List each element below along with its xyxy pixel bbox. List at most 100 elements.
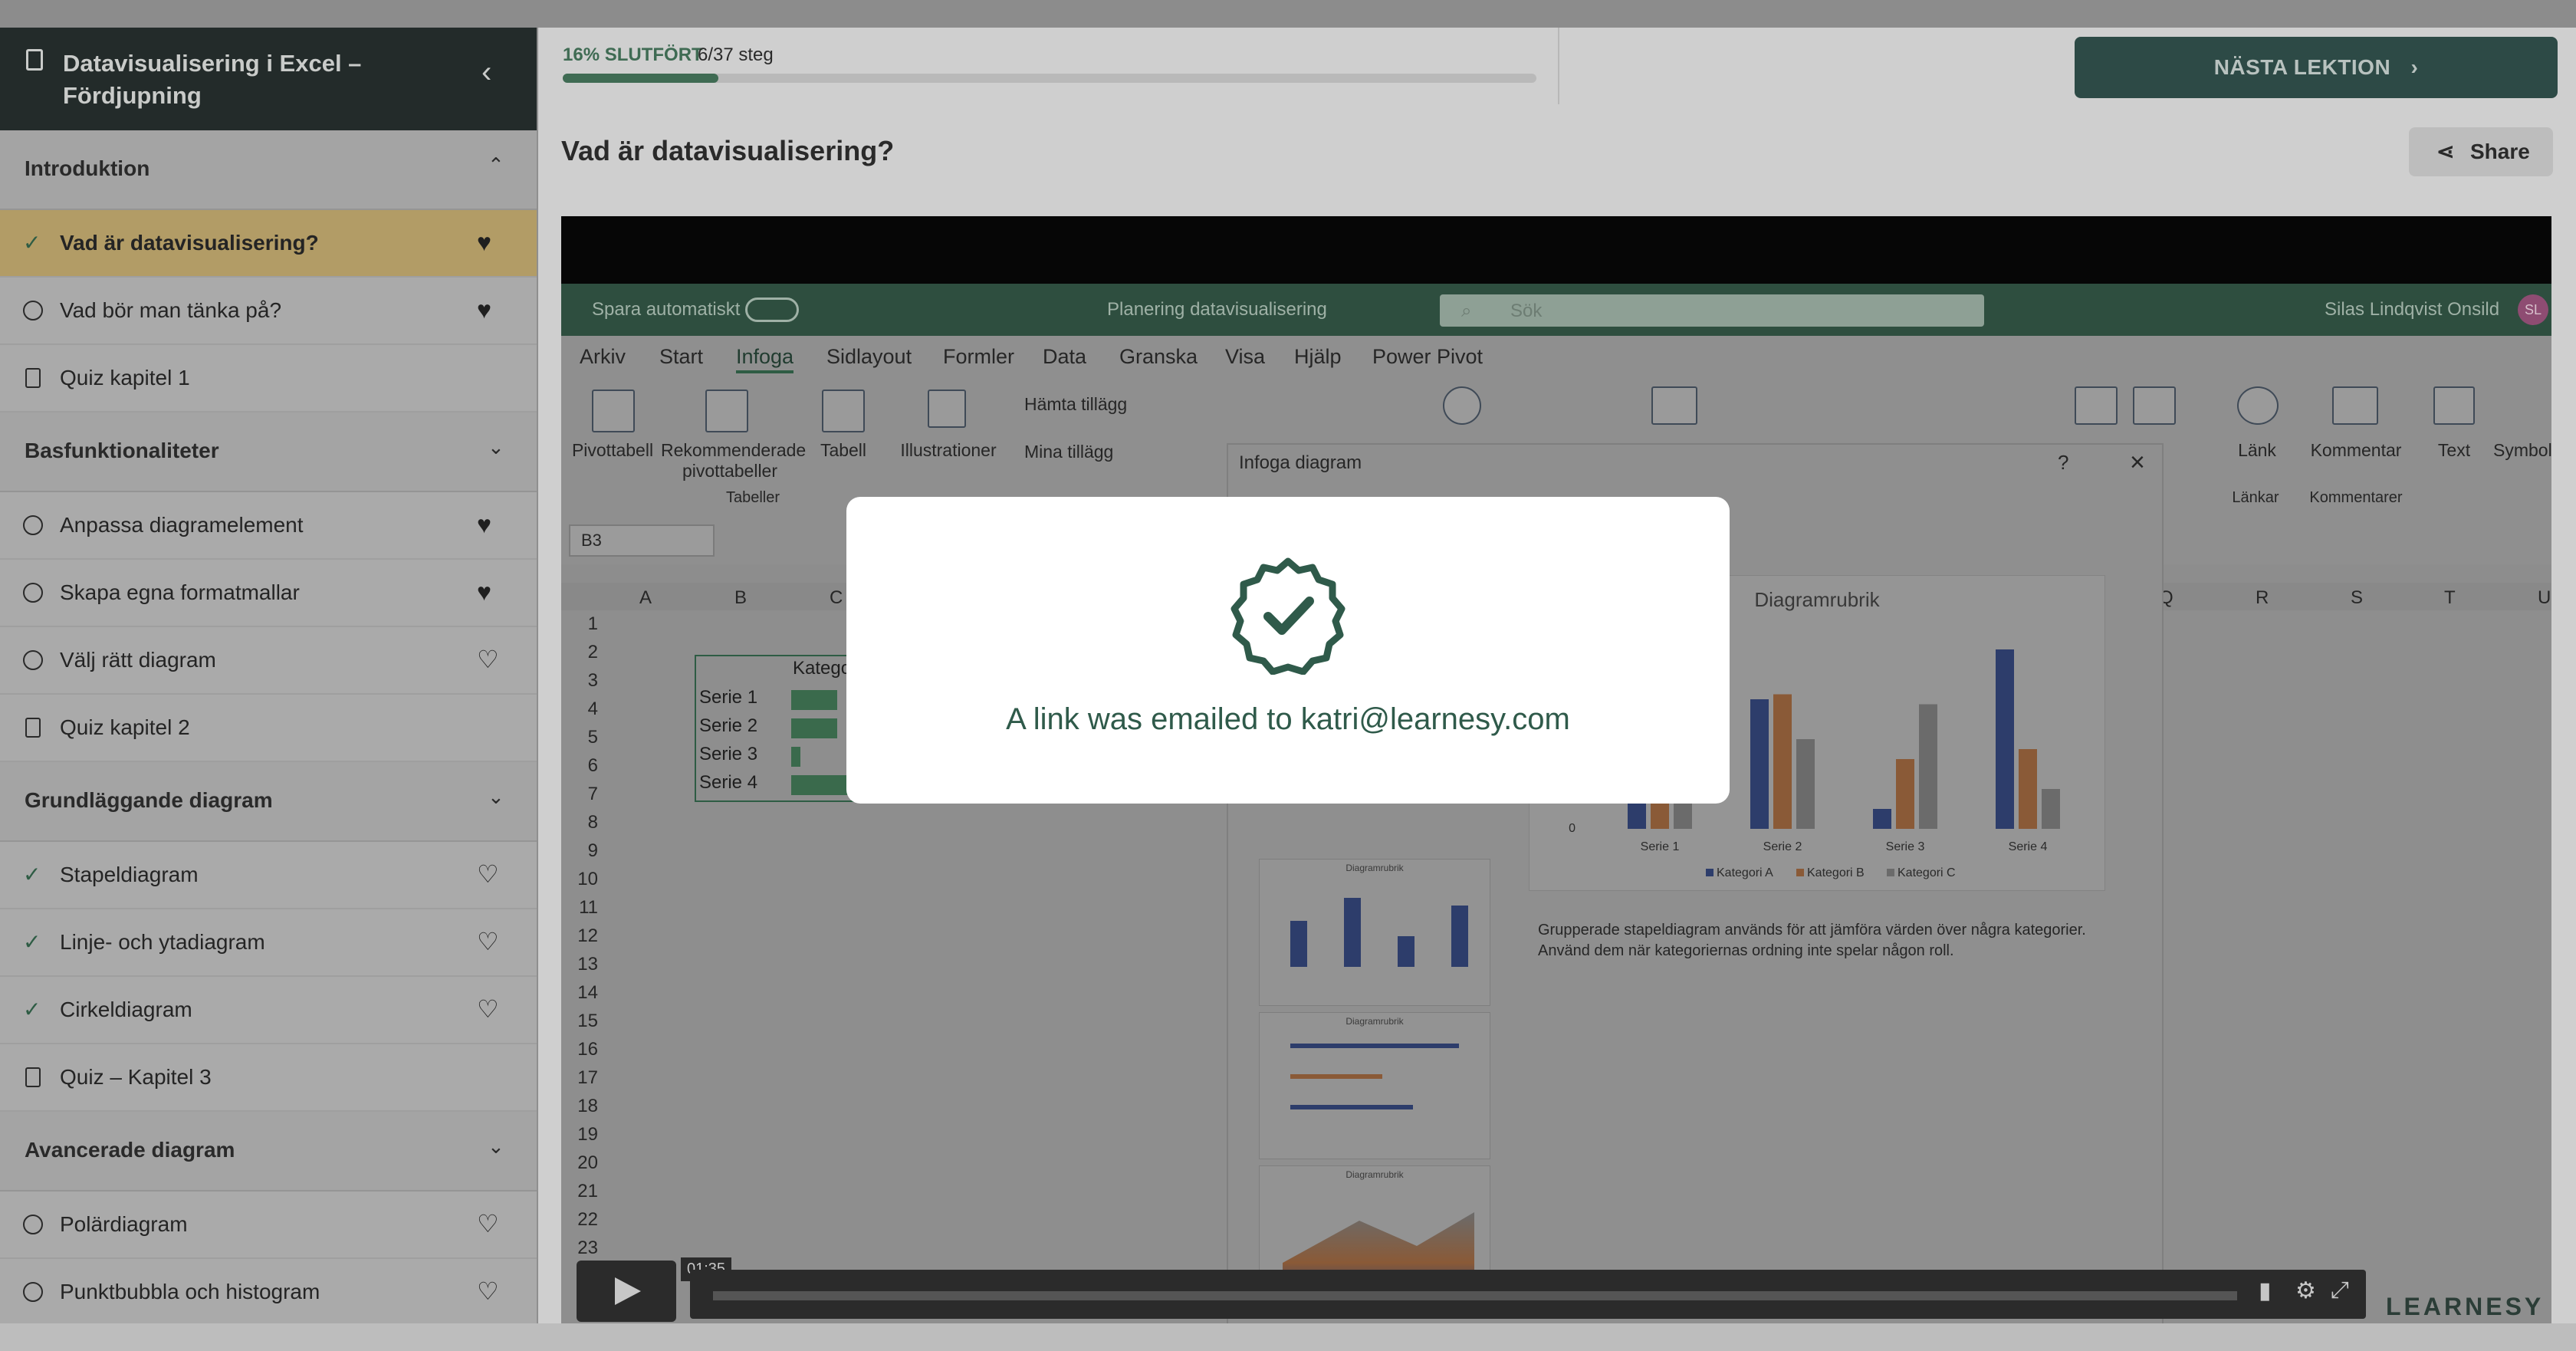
heart-outline-icon[interactable]: ♡ [477, 995, 499, 1023]
check-icon: ✓ [23, 998, 41, 1021]
lesson-item[interactable]: Quiz kapitel 2 [0, 695, 537, 762]
video-control-bar: ▮ ⚙ ⤢ [690, 1270, 2366, 1319]
thumbnail-title: Diagramrubrik [1346, 1016, 1404, 1027]
play-icon [615, 1277, 641, 1305]
lesson-label: Cirkeldiagram [60, 998, 192, 1021]
share-button[interactable]: ⋖ Share [2409, 127, 2553, 176]
row-number: 2 [587, 642, 598, 662]
chevron-right-icon: › [2410, 55, 2419, 79]
section-header[interactable]: Grundläggande diagram ⌄ [0, 762, 537, 842]
lesson-item[interactable]: ✓ Vad är datavisualisering? ♥ [0, 210, 537, 278]
circle-icon [23, 301, 43, 320]
gear-icon[interactable]: ⚙ [2295, 1277, 2316, 1304]
play-button[interactable] [577, 1261, 676, 1322]
lesson-label: Polärdiagram [60, 1212, 188, 1236]
heart-filled-icon[interactable]: ♥ [477, 296, 491, 324]
volume-icon[interactable]: ▮ [2259, 1277, 2272, 1304]
lesson-label: Välj rätt diagram [60, 648, 216, 672]
excel-tab: Power Pivot [1372, 345, 1484, 368]
legend-swatch [1887, 869, 1894, 876]
text-box-icon [2433, 386, 2475, 425]
section-header[interactable]: Basfunktionaliteter ⌄ [0, 413, 537, 492]
row-number: 1 [587, 613, 598, 634]
lesson-item[interactable]: Vad bör man tänka på? ♥ [0, 278, 537, 345]
help-icon[interactable]: ? [2058, 451, 2068, 475]
row-number: 4 [587, 699, 598, 719]
row-number: 11 [579, 897, 598, 918]
heart-filled-icon[interactable]: ♥ [477, 578, 491, 606]
check-icon: ✓ [23, 930, 41, 954]
ribbon-pivot-label: Pivottabell [571, 440, 654, 460]
chevron-down-icon: ⌄ [488, 1135, 504, 1158]
heart-filled-icon[interactable]: ♥ [477, 228, 491, 256]
excel-tab: Visa [1225, 345, 1266, 368]
fullscreen-icon[interactable]: ⤢ [2331, 1277, 2349, 1303]
lesson-item[interactable]: Punktbubbla och histogram ♡ [0, 1259, 537, 1323]
thumb-hbar [1290, 1105, 1413, 1109]
heart-outline-icon[interactable]: ♡ [477, 1210, 499, 1238]
link-icon [2237, 386, 2279, 425]
chart-description: Grupperade stapeldiagram används för att… [1538, 922, 2086, 959]
excel-search-placeholder: Sök [1510, 301, 1543, 321]
lesson-item[interactable]: Quiz – Kapitel 3 [0, 1044, 537, 1112]
chart-3d-icon [1651, 386, 1697, 425]
lesson-item[interactable]: Anpassa diagramelement ♥ [0, 492, 537, 560]
data-bar-2 [791, 718, 837, 738]
row-number: 18 [577, 1096, 598, 1116]
check-badge-icon [1230, 557, 1346, 675]
heart-outline-icon[interactable]: ♡ [477, 646, 499, 673]
course-title: Datavisualisering i Excel – Fördjupning [63, 50, 362, 109]
excel-tab: Arkiv [580, 345, 626, 368]
thumbnail-title: Diagramrubrik [1346, 863, 1404, 873]
row-number: 8 [587, 812, 598, 833]
thumb-bar [1344, 898, 1361, 967]
lesson-item[interactable]: ✓ Cirkeldiagram ♡ [0, 977, 537, 1044]
x-tick-label: Serie 1 [1641, 840, 1680, 853]
lesson-item[interactable]: Välj rätt diagram ♡ [0, 627, 537, 695]
autosave-toggle [745, 297, 799, 322]
heart-outline-icon[interactable]: ♡ [477, 928, 499, 955]
column-header: R [2256, 587, 2269, 608]
next-lesson-button[interactable]: NÄSTA LEKTION › [2075, 37, 2558, 98]
row-number: 14 [577, 982, 598, 1003]
dialog-title: Infoga diagram [1239, 452, 1362, 473]
video-timeline[interactable] [713, 1291, 2237, 1300]
close-icon[interactable]: × [2130, 448, 2145, 478]
progress-area: 16% SLUTFÖRT 6/37 steg [538, 28, 1559, 104]
collapse-sidebar-icon[interactable]: ‹ [481, 57, 491, 87]
thumb-bar [1451, 906, 1468, 967]
heart-outline-icon[interactable]: ♡ [477, 1277, 499, 1305]
row-number: 16 [577, 1039, 598, 1060]
chart-thumbnail[interactable]: Diagramrubrik [1259, 859, 1490, 1006]
check-icon: ✓ [23, 863, 41, 886]
ribbon-recommended-label: Rekommenderade pivottabeller [661, 440, 807, 481]
name-box: B3 [569, 524, 715, 557]
lesson-item[interactable]: ✓ Linje- och ytadiagram ♡ [0, 909, 537, 977]
column-header: S [2351, 587, 2364, 608]
lesson-label: Vad är datavisualisering? [60, 231, 319, 255]
autosave-label: Spara automatiskt [592, 299, 741, 320]
lesson-title: Vad är datavisualisering? [561, 135, 895, 166]
excel-titlebar: Spara automatiskt Planering datavisualis… [561, 284, 2551, 336]
section-header[interactable]: Avancerade diagram ⌄ [0, 1112, 537, 1192]
chart-thumbnail[interactable]: Diagramrubrik [1259, 1012, 1490, 1159]
excel-tab: Sidlayout [826, 345, 912, 368]
legend-label: Kategori C [1898, 866, 1956, 879]
excel-tab: Hjälp [1294, 345, 1342, 368]
legend-label: Kategori B [1807, 866, 1865, 879]
chart-bar [1996, 649, 2014, 829]
ribbon-comment-label: Kommentar [2310, 440, 2402, 460]
lesson-label: Punktbubbla och histogram [60, 1280, 320, 1303]
lesson-item[interactable]: Polärdiagram ♡ [0, 1192, 537, 1259]
lesson-item[interactable]: Skapa egna formatmallar ♥ [0, 560, 537, 627]
heart-filled-icon[interactable]: ♥ [477, 511, 491, 538]
lesson-item[interactable]: ✓ Stapeldiagram ♡ [0, 842, 537, 909]
lesson-item[interactable]: Quiz kapitel 1 [0, 345, 537, 413]
comment-icon-b [2133, 386, 2176, 425]
lesson-label: Quiz kapitel 1 [60, 366, 190, 390]
section-header[interactable]: Introduktion ⌃ [0, 130, 537, 210]
heart-outline-icon[interactable]: ♡ [477, 860, 499, 888]
column-header: A [639, 587, 652, 608]
progress-steps: 6/37 steg [698, 44, 774, 65]
footer-strip [0, 1323, 2576, 1351]
